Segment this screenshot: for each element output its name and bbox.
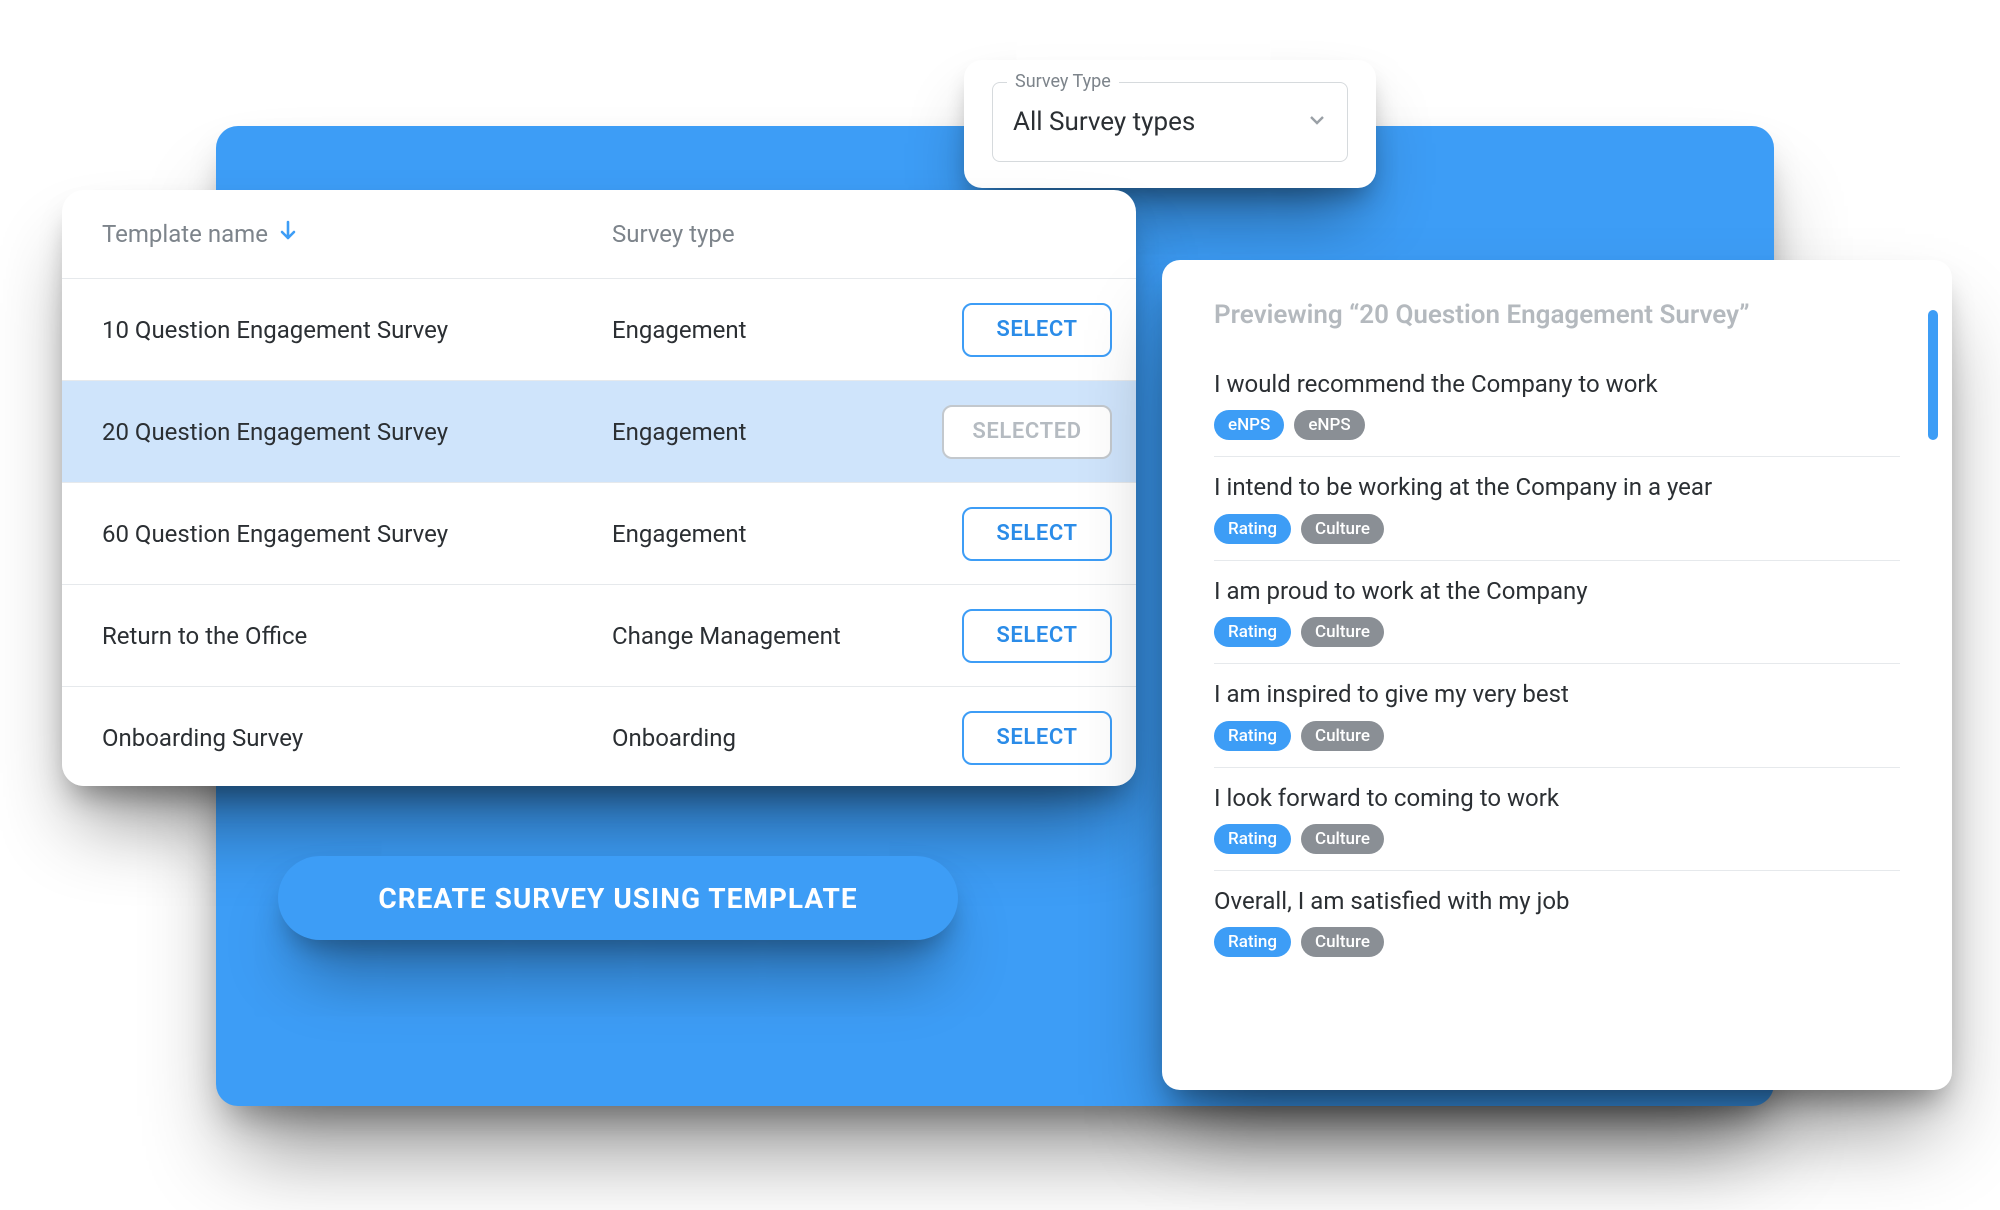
survey-type-cell: Change Management [612,622,932,650]
create-survey-button[interactable]: CREATE SURVEY USING TEMPLATE [278,856,958,940]
column-header-name[interactable]: Template name [102,220,612,248]
select-button[interactable]: SELECT [962,711,1112,765]
template-name-cell: Onboarding Survey [102,724,612,752]
tag: eNPS [1214,410,1284,440]
column-header-name-label: Template name [102,220,268,248]
question-tags: Rating Culture [1214,927,1900,957]
question-tags: eNPS eNPS [1214,410,1900,440]
selected-button: SELECTED [942,405,1112,459]
question-item: I intend to be working at the Company in… [1214,457,1900,560]
question-text: I intend to be working at the Company in… [1214,471,1900,503]
survey-type-cell: Onboarding [612,724,932,752]
sort-down-icon [278,220,298,248]
question-tags: Rating Culture [1214,617,1900,647]
question-text: I would recommend the Company to work [1214,368,1900,400]
question-item: I am proud to work at the Company Rating C… [1214,561,1900,664]
question-text: I look forward to coming to work [1214,782,1900,814]
table-row[interactable]: 10 Question Engagement SurveyEngagement S… [62,279,1136,381]
table-row[interactable]: Onboarding SurveyOnboarding SELECT [62,687,1136,786]
chevron-down-icon [1307,110,1327,134]
tag: Rating [1214,927,1291,957]
question-item: I am inspired to give my very best Rating… [1214,664,1900,767]
table-header: Template name Survey type [62,190,1136,279]
question-tags: Rating Culture [1214,721,1900,751]
tag: eNPS [1294,410,1364,440]
question-text: I am proud to work at the Company [1214,575,1900,607]
row-action: SELECT [962,303,1112,357]
tag: Culture [1301,824,1384,854]
survey-type-legend: Survey Type [1007,71,1119,92]
table-row[interactable]: Return to the OfficeChange Management SEL… [62,585,1136,687]
column-header-type-label: Survey type [612,220,735,248]
tag: Culture [1301,721,1384,751]
preview-title: Previewing “20 Question Engagement Surve… [1214,300,1900,330]
tag: Rating [1214,721,1291,751]
table-row[interactable]: 60 Question Engagement SurveyEngagement S… [62,483,1136,585]
question-tags: Rating Culture [1214,824,1900,854]
row-action: SELECT [962,507,1112,561]
survey-type-cell: Engagement [612,418,932,446]
survey-type-cell: Engagement [612,520,932,548]
question-tags: Rating Culture [1214,514,1900,544]
survey-type-dropdown-card: Survey Type All Survey types [964,60,1376,188]
question-item: I look forward to coming to work Rating Cu… [1214,768,1900,871]
row-action: SELECT [962,609,1112,663]
templates-table: Template name Survey type 10 Question En… [62,190,1136,786]
column-header-type[interactable]: Survey type [612,220,735,248]
question-item: I would recommend the Company to work eNP… [1214,354,1900,457]
template-name-cell: 20 Question Engagement Survey [102,418,612,446]
template-name-cell: Return to the Office [102,622,612,650]
tag: Culture [1301,927,1384,957]
table-row[interactable]: 20 Question Engagement SurveyEngagement S… [62,381,1136,483]
row-action: SELECTED [942,405,1112,459]
survey-type-value: All Survey types [1013,107,1195,137]
preview-panel: Previewing “20 Question Engagement Surve… [1162,260,1952,1090]
tag: Rating [1214,617,1291,647]
select-button[interactable]: SELECT [962,609,1112,663]
question-text: I am inspired to give my very best [1214,678,1900,710]
select-button[interactable]: SELECT [962,303,1112,357]
question-text: Overall, I am satisfied with my job [1214,885,1900,917]
survey-type-cell: Engagement [612,316,932,344]
tag: Rating [1214,824,1291,854]
question-item: Overall, I am satisfied with my job Ratin… [1214,871,1900,973]
template-name-cell: 60 Question Engagement Survey [102,520,612,548]
template-name-cell: 10 Question Engagement Survey [102,316,612,344]
tag: Culture [1301,617,1384,647]
scrollbar-thumb[interactable] [1928,310,1938,440]
row-action: SELECT [962,711,1112,765]
tag: Culture [1301,514,1384,544]
select-button[interactable]: SELECT [962,507,1112,561]
survey-type-dropdown[interactable]: Survey Type All Survey types [992,82,1348,162]
tag: Rating [1214,514,1291,544]
